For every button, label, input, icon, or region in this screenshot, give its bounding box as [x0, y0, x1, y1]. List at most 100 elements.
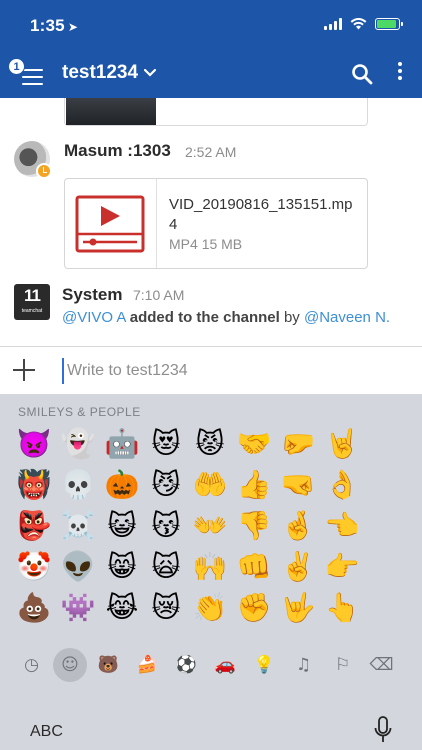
emoji-key[interactable]: 🤖: [100, 423, 144, 464]
smileys-icon[interactable]: ☺: [53, 648, 87, 682]
battery-level: [377, 20, 396, 28]
emoji-key[interactable]: 🎃: [100, 464, 144, 505]
file-size: 15 MB: [201, 236, 243, 252]
file-meta: MP4 15 MB: [169, 236, 242, 252]
emoji-key: [364, 464, 408, 505]
message-time: 7:10 AM: [133, 287, 185, 303]
emoji-key[interactable]: 😼: [144, 464, 188, 505]
search-icon[interactable]: [351, 63, 373, 85]
previous-attachment-thumbnail: [66, 98, 156, 125]
menu-button[interactable]: 1: [8, 58, 46, 90]
logo-glyph: 11: [24, 286, 41, 305]
emoji-key[interactable]: 🤛: [276, 423, 320, 464]
emoji-key[interactable]: 👍: [232, 464, 276, 505]
hamburger-icon: [22, 69, 43, 90]
emoji-key: [364, 423, 408, 464]
animals-icon[interactable]: 🐻: [89, 648, 128, 682]
emoji-key[interactable]: 👌: [320, 464, 364, 505]
status-icons: [324, 18, 403, 30]
emoji-key[interactable]: 👺: [12, 505, 56, 546]
emoji-key: [364, 587, 408, 628]
video-file-icon: [65, 179, 157, 268]
emoji-key[interactable]: 😿: [144, 587, 188, 628]
emoji-key[interactable]: 🤲: [188, 464, 232, 505]
travel-icon[interactable]: 🚗: [206, 648, 245, 682]
system-message-text: @VIVO A added to the channel by @Naveen …: [62, 308, 402, 327]
mention-link[interactable]: @Naveen N.: [304, 309, 390, 326]
symbols-icon[interactable]: ♫: [284, 648, 323, 682]
file-attachment[interactable]: VID_20190816_135151.mp4 MP4 15 MB: [64, 178, 368, 269]
status-bar: 1:35 ➤: [0, 0, 422, 52]
channel-header: 1 test1234: [0, 52, 422, 98]
emoji-key[interactable]: 👎: [232, 505, 276, 546]
message-author[interactable]: Masum :1303: [64, 141, 171, 161]
system-avatar: 11 teamchat: [14, 284, 50, 320]
unread-badge: 1: [8, 58, 25, 75]
emoji-key[interactable]: 👏: [188, 587, 232, 628]
logo-subtitle: teamchat: [21, 308, 43, 314]
emoji-key[interactable]: 👆: [320, 587, 364, 628]
emoji-key[interactable]: 🤟: [276, 587, 320, 628]
emoji-key[interactable]: 👐: [188, 505, 232, 546]
emoji-key[interactable]: 🤘: [320, 423, 364, 464]
message-input[interactable]: [62, 358, 402, 384]
emoji-key[interactable]: 🤞: [276, 505, 320, 546]
message-author: System: [62, 285, 123, 304]
away-status-icon: [36, 163, 52, 179]
emoji-grid: 👿 👻 🤖 😻 😾 🤝 🤛 🤘 👹 💀 🎃 😼 🤲 👍 🤜 👌 👺 ☠️ 😺 😽 👐 👎 🤞 👈 🤡 👽 😸 🙀 🙌 👊 ✌️ 👉 💩 👾 😹 😿 👏 ✊…: [12, 423, 412, 628]
previous-attachment[interactable]: [64, 98, 368, 126]
more-options-icon[interactable]: [394, 62, 406, 86]
teamchat-logo: 11 teamchat: [14, 284, 50, 320]
message-time: 2:52 AM: [185, 144, 237, 160]
chevron-down-icon: [144, 69, 157, 77]
emoji-key[interactable]: 🤡: [12, 546, 56, 587]
objects-icon[interactable]: 💡: [245, 648, 284, 682]
by-text: by: [283, 309, 300, 326]
emoji-key[interactable]: 💩: [12, 587, 56, 628]
emoji-key[interactable]: 💀: [56, 464, 100, 505]
message-composer: [0, 346, 422, 394]
emoji-key[interactable]: 😾: [188, 423, 232, 464]
file-name: VID_20190816_135151.mp4: [169, 196, 353, 233]
avatar[interactable]: [14, 141, 52, 179]
wifi-icon: [350, 18, 367, 30]
emoji-key[interactable]: ☠️: [56, 505, 100, 546]
emoji-key: [364, 546, 408, 587]
emoji-keyboard: SMILEYS & PEOPLE 👿 👻 🤖 😻 😾 🤝 🤛 🤘 👹 💀 🎃 😼 🤲 👍 🤜 👌 👺 ☠️ 😺 😽 👐 👎…: [0, 394, 422, 750]
recent-icon[interactable]: ◷: [12, 648, 51, 682]
emoji-key[interactable]: 👹: [12, 464, 56, 505]
emoji-key[interactable]: 😸: [100, 546, 144, 587]
emoji-key[interactable]: 👽: [56, 546, 100, 587]
emoji-key[interactable]: 👊: [232, 546, 276, 587]
microphone-icon[interactable]: [373, 716, 393, 744]
emoji-key[interactable]: 😺: [100, 505, 144, 546]
activity-icon[interactable]: ⚽: [167, 648, 206, 682]
mention-link[interactable]: @VIVO A: [62, 309, 126, 326]
cellular-signal-icon: [324, 18, 342, 30]
emoji-key[interactable]: ✊: [232, 587, 276, 628]
add-attachment-icon[interactable]: [12, 358, 36, 382]
food-icon[interactable]: 🍰: [128, 648, 167, 682]
emoji-key[interactable]: 👿: [12, 423, 56, 464]
abc-key[interactable]: ABC: [30, 723, 63, 741]
emoji-key[interactable]: 😹: [100, 587, 144, 628]
emoji-key[interactable]: 👈: [320, 505, 364, 546]
emoji-key[interactable]: 👻: [56, 423, 100, 464]
emoji-key[interactable]: 🤜: [276, 464, 320, 505]
backspace-icon[interactable]: ⌫: [362, 648, 401, 682]
emoji-key[interactable]: 👾: [56, 587, 100, 628]
emoji-key[interactable]: 🤝: [232, 423, 276, 464]
flags-icon[interactable]: ⚐: [323, 648, 362, 682]
file-type: MP4: [169, 236, 198, 252]
emoji-key[interactable]: ✌️: [276, 546, 320, 587]
emoji-key[interactable]: 🙌: [188, 546, 232, 587]
emoji-key[interactable]: 😻: [144, 423, 188, 464]
emoji-key[interactable]: 🙀: [144, 546, 188, 587]
emoji-section-label: SMILEYS & PEOPLE: [18, 405, 141, 419]
emoji-key[interactable]: 😽: [144, 505, 188, 546]
emoji-key[interactable]: 👉: [320, 546, 364, 587]
emoji-category-bar: ◷ ☺ 🐻 🍰 ⚽ 🚗 💡 ♫ ⚐ ⌫: [12, 646, 412, 684]
channel-title-button[interactable]: test1234: [62, 62, 157, 84]
channel-title: test1234: [62, 62, 139, 83]
location-icon: ➤: [67, 20, 79, 34]
